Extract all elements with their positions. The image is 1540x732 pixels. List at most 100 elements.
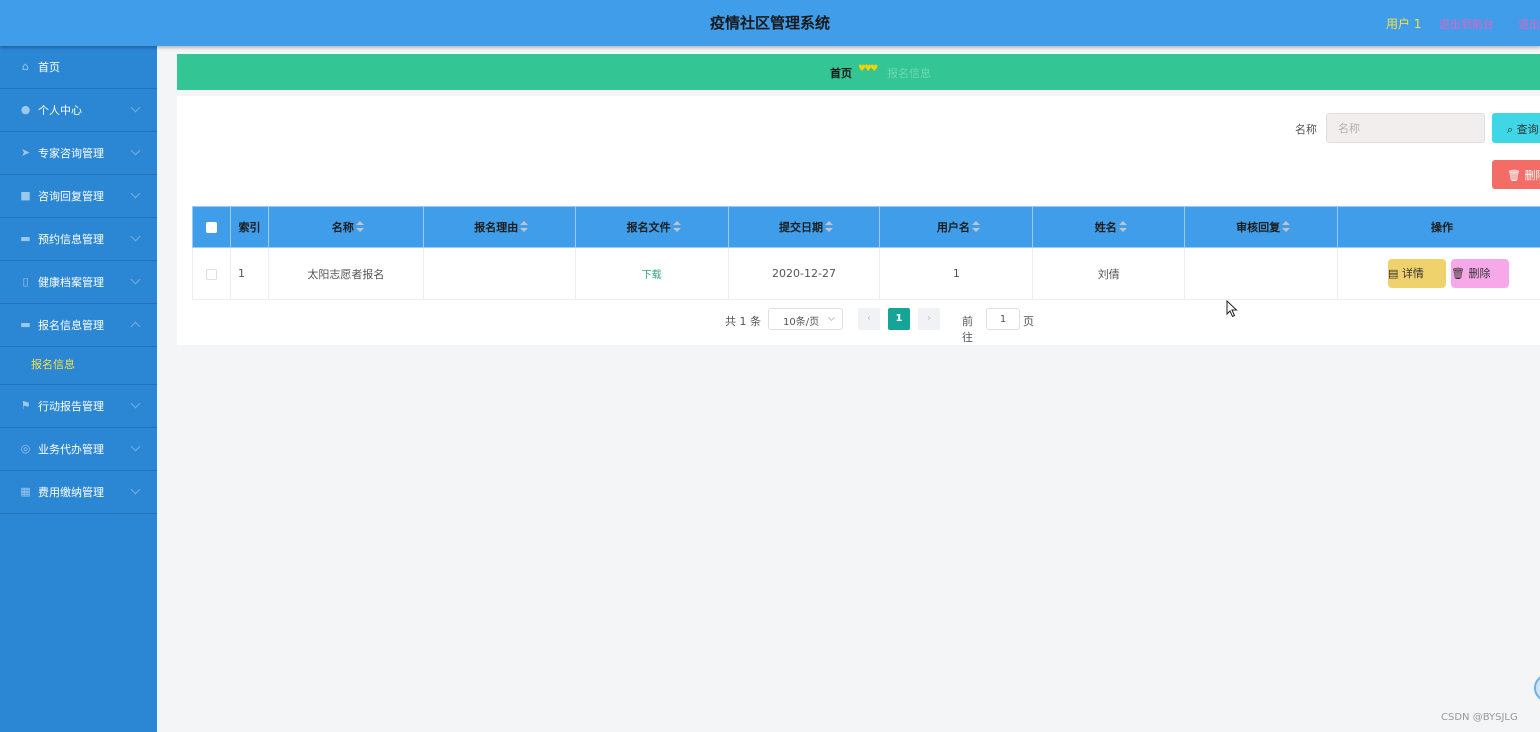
column-header-label: 名称 bbox=[331, 221, 354, 234]
chevron-up-icon bbox=[130, 321, 141, 332]
sidebar-item-registration[interactable]: ▬ 报名信息管理 bbox=[0, 304, 157, 347]
column-header-label: 审核回复 bbox=[1236, 221, 1281, 234]
breadcrumb: 首页 ♥♥♥ 报名信息 bbox=[177, 54, 1540, 90]
chevron-down-icon bbox=[130, 102, 141, 113]
search-icon: ⌕ bbox=[1507, 123, 1514, 136]
trash-icon: 🗑 bbox=[1451, 267, 1465, 280]
cell-reason bbox=[423, 247, 576, 300]
sidebar-item-expert-consult[interactable]: ➤ 专家咨询管理 bbox=[0, 132, 157, 175]
cell-username: 1 bbox=[879, 247, 1034, 300]
logout-link[interactable]: 退出 bbox=[1518, 16, 1540, 32]
sidebar-item-health-record[interactable]: ▯ 健康档案管理 bbox=[0, 261, 157, 304]
cell-actions: ▤ 详情 🗑 删除 bbox=[1337, 247, 1540, 300]
grid-icon: ▦ bbox=[20, 485, 31, 498]
sidebar-item-label: 报名信息管理 bbox=[38, 319, 104, 332]
sidebar-item-action-report[interactable]: ⚑ 行动报告管理 bbox=[0, 385, 157, 428]
column-header-date[interactable]: 提交日期 bbox=[727, 206, 881, 248]
ticket-icon: ▬ bbox=[20, 318, 31, 331]
cell-date: 2020-12-27 bbox=[728, 247, 881, 300]
sidebar-item-label: 行动报告管理 bbox=[38, 400, 104, 413]
row-select-cell[interactable] bbox=[192, 247, 231, 300]
select-all-header[interactable] bbox=[192, 206, 231, 248]
search-input[interactable] bbox=[1326, 113, 1485, 143]
column-header-reason[interactable]: 报名理由 bbox=[422, 206, 576, 248]
row-checkbox[interactable] bbox=[205, 268, 217, 280]
row-delete-label: 删除 bbox=[1468, 267, 1491, 280]
query-button-label: 查询 bbox=[1516, 123, 1539, 136]
send-icon: ➤ bbox=[20, 146, 31, 159]
current-page-button[interactable]: 1 bbox=[888, 308, 910, 330]
chevron-down-icon bbox=[130, 145, 141, 156]
sidebar-item-label: 专家咨询管理 bbox=[38, 147, 104, 160]
back-to-front-link[interactable]: 退出到前台 bbox=[1439, 16, 1494, 32]
cell-realname: 刘倩 bbox=[1032, 247, 1186, 300]
chevron-down-icon bbox=[130, 231, 141, 242]
column-header-username[interactable]: 用户名 bbox=[879, 206, 1034, 248]
column-header-file[interactable]: 报名文件 bbox=[574, 206, 729, 248]
chat-icon: ■ bbox=[20, 189, 31, 202]
sidebar-item-label: 首页 bbox=[38, 61, 60, 74]
column-header-label: 提交日期 bbox=[778, 221, 823, 234]
heart-separator-icon: ♥♥♥ bbox=[858, 64, 878, 74]
table-header-row: 索引 名称 报名理由 报名文件 提交日期 用户名 姓名 审核回复 操作 bbox=[192, 206, 1540, 248]
chevron-down-icon bbox=[130, 441, 141, 452]
trash-icon: 🗑 bbox=[1507, 169, 1521, 182]
page-size-select[interactable]: 10条/页 bbox=[768, 308, 843, 330]
sidebar-item-label: 业务代办管理 bbox=[38, 443, 104, 456]
chevron-down-icon bbox=[130, 188, 141, 199]
page-size-value: 10条/页 bbox=[783, 317, 820, 328]
column-header-actions: 操作 bbox=[1337, 206, 1540, 248]
column-header-label: 姓名 bbox=[1094, 221, 1117, 234]
goto-label: 前往 bbox=[962, 315, 973, 344]
sidebar-item-personal-center[interactable]: ● 个人中心 bbox=[0, 89, 157, 132]
sidebar-subitem-registration-info[interactable]: 报名信息 bbox=[0, 347, 157, 385]
column-header-name[interactable]: 名称 bbox=[267, 206, 424, 248]
app-title: 疫情社区管理系统 bbox=[709, 14, 830, 32]
cell-reply bbox=[1184, 247, 1339, 300]
globe-icon: ◎ bbox=[20, 442, 31, 455]
column-header-label: 报名理由 bbox=[474, 221, 519, 234]
sidebar-subitem-label: 报名信息 bbox=[31, 358, 75, 371]
goto-page-input[interactable] bbox=[986, 308, 1020, 330]
floating-action-button[interactable] bbox=[1534, 674, 1540, 702]
sidebar-item-home[interactable]: ⌂ 首页 bbox=[0, 46, 157, 89]
sidebar-item-fee-payment[interactable]: ▦ 费用缴纳管理 bbox=[0, 471, 157, 514]
row-delete-button[interactable]: 🗑 删除 bbox=[1451, 259, 1510, 288]
top-bar: 疫情社区管理系统 用户 1 退出到前台 退出 bbox=[0, 0, 1540, 46]
sidebar-item-consult-reply[interactable]: ■ 咨询回复管理 bbox=[0, 175, 157, 218]
breadcrumb-home[interactable]: 首页 bbox=[830, 65, 852, 81]
sidebar-item-label: 健康档案管理 bbox=[38, 276, 104, 289]
query-button[interactable]: ⌕ 查询 bbox=[1492, 113, 1540, 143]
select-all-checkbox[interactable] bbox=[205, 222, 217, 233]
column-header-label: 用户名 bbox=[936, 221, 970, 234]
sidebar-item-label: 咨询回复管理 bbox=[38, 190, 104, 203]
sidebar-item-business-agency[interactable]: ◎ 业务代办管理 bbox=[0, 428, 157, 471]
registration-table: 索引 名称 报名理由 报名文件 提交日期 用户名 姓名 审核回复 操作 1 太阳… bbox=[192, 206, 1540, 300]
user-icon: ● bbox=[20, 103, 31, 116]
sidebar-item-label: 费用缴纳管理 bbox=[38, 486, 104, 499]
column-header-reply[interactable]: 审核回复 bbox=[1184, 206, 1339, 248]
document-icon: ▤ bbox=[1388, 267, 1399, 280]
batch-delete-button[interactable]: 🗑 删除 bbox=[1492, 160, 1540, 189]
content-panel: 名称 ⌕ 查询 🗑 删除 索引 名称 报名理由 报名文件 提交日期 用户名 姓名… bbox=[177, 96, 1540, 345]
detail-button[interactable]: ▤ 详情 bbox=[1388, 259, 1447, 288]
mobile-icon: ▯ bbox=[22, 275, 29, 288]
search-label: 名称 bbox=[1295, 123, 1317, 136]
sidebar-item-appointment[interactable]: ▬ 预约信息管理 bbox=[0, 218, 157, 261]
prev-page-button[interactable]: ‹ bbox=[858, 308, 880, 330]
column-header-label: 操作 bbox=[1431, 221, 1454, 234]
download-link[interactable]: 下载 bbox=[642, 270, 662, 281]
current-user: 用户 1 bbox=[1386, 17, 1422, 31]
page-unit-label: 页 bbox=[1023, 315, 1034, 328]
chevron-down-icon bbox=[130, 484, 141, 495]
table-row: 1 太阳志愿者报名 下载 2020-12-27 1 刘倩 ▤ 详情 🗑 删除 bbox=[192, 247, 1540, 300]
chevron-down-icon bbox=[130, 274, 141, 285]
cell-index: 1 bbox=[230, 247, 269, 300]
sidebar-item-label: 预约信息管理 bbox=[38, 233, 104, 246]
column-header-realname[interactable]: 姓名 bbox=[1032, 206, 1186, 248]
flag-icon: ⚑ bbox=[20, 399, 31, 412]
sidebar: ⌂ 首页 ● 个人中心 ➤ 专家咨询管理 ■ 咨询回复管理 ▬ 预约信息管理 ▯… bbox=[0, 46, 157, 732]
cell-file: 下载 bbox=[575, 247, 729, 300]
next-page-button[interactable]: › bbox=[918, 308, 940, 330]
column-header-label: 报名文件 bbox=[626, 221, 671, 234]
